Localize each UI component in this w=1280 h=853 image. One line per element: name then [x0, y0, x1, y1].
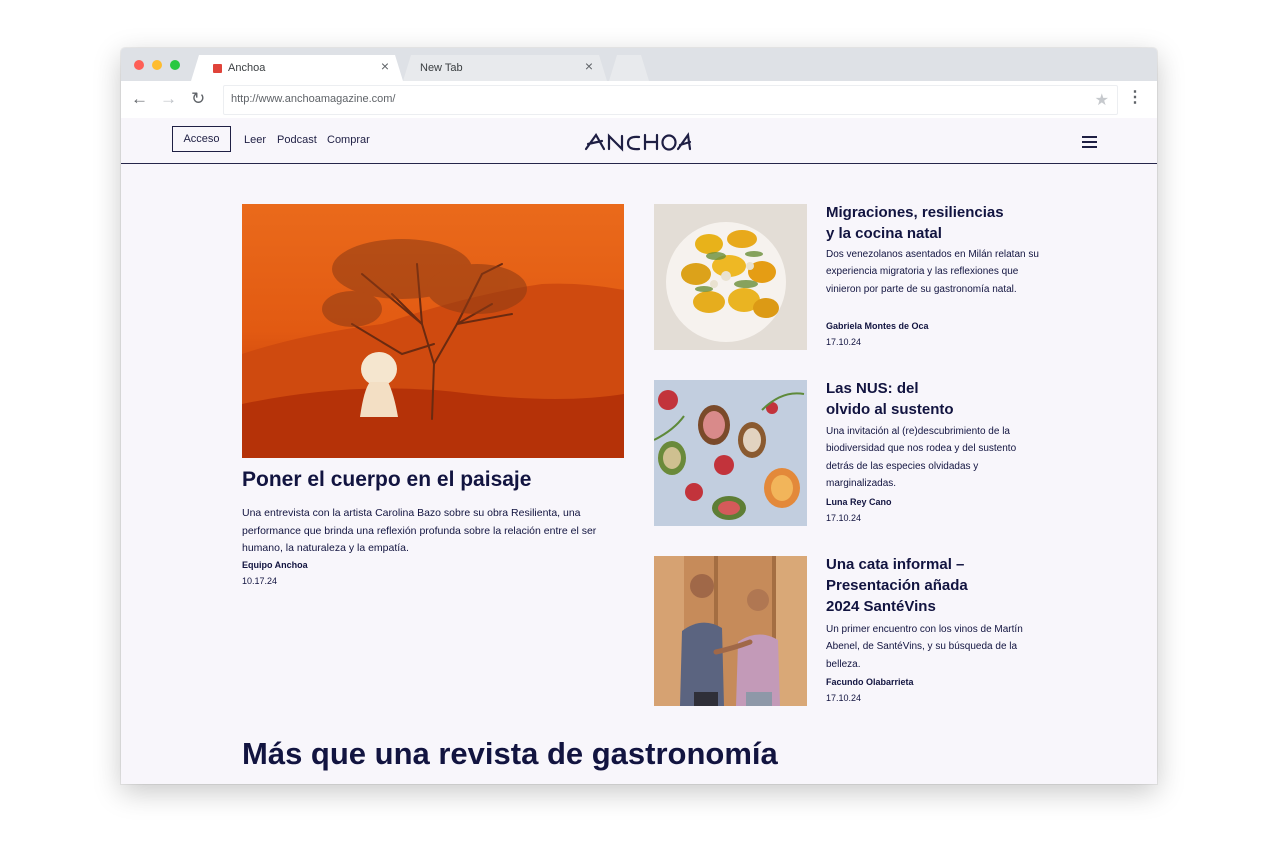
article-image-santevins[interactable] [654, 556, 807, 706]
article-title[interactable]: Una cata informal – Presentación añada 2… [826, 554, 1041, 617]
article-author[interactable]: Luna Rey Cano [826, 497, 892, 507]
article-image-nus[interactable] [654, 380, 807, 526]
article-title[interactable]: Las NUS: del olvido al sustento [826, 378, 1041, 420]
tab-close-icon[interactable]: × [381, 59, 389, 73]
tab-label: Anchoa [228, 62, 266, 74]
reload-icon[interactable]: ↻ [191, 89, 205, 109]
article-date: 17.10.24 [826, 693, 862, 703]
tab-new-tab[interactable]: New Tab × [403, 55, 607, 81]
article-description: Un primer encuentro con los vinos de Mar… [826, 624, 1023, 670]
feature-description: Una entrevista con la artista Carolina B… [242, 507, 597, 554]
feature-date: 10.17.24 [242, 576, 278, 586]
nav-link-comprar[interactable]: Comprar [327, 134, 370, 146]
article-description: Una invitación al (re)descubrimiento de … [826, 426, 1017, 490]
login-button[interactable]: Acceso [172, 126, 231, 152]
article-author[interactable]: Facundo Olabarrieta [826, 677, 914, 687]
article-date: 17.10.24 [826, 513, 862, 523]
feature-author[interactable]: Equipo Anchoa [242, 560, 308, 570]
new-tab-button[interactable] [609, 55, 649, 81]
article-description: Dos venezolanos asentados en Milán relat… [826, 249, 1039, 295]
article-date: 17.10.24 [826, 337, 862, 347]
browser-menu-icon[interactable]: ⋮ [1127, 89, 1143, 107]
anchoa-logo[interactable] [584, 130, 692, 152]
section-heading: Más que una revista de gastronomía [242, 736, 778, 771]
article-author[interactable]: Gabriela Montes de Oca [826, 321, 929, 331]
back-arrow-icon[interactable]: ← [131, 89, 148, 109]
url-text[interactable]: http://www.anchoamagazine.com/ [231, 93, 395, 105]
tab-close-icon[interactable]: × [585, 59, 593, 73]
tab-label: New Tab [420, 62, 463, 74]
nav-link-podcast[interactable]: Podcast [277, 134, 317, 146]
feature-title[interactable]: Poner el cuerpo en el paisaje [242, 468, 642, 492]
address-bar[interactable]: http://www.anchoamagazine.com/ ★ [223, 85, 1118, 115]
bookmark-star-icon[interactable]: ★ [1095, 90, 1109, 110]
feature-image[interactable] [242, 204, 624, 458]
close-window-button[interactable] [134, 60, 144, 70]
favicon-icon [213, 64, 222, 73]
maximize-window-button[interactable] [170, 60, 180, 70]
browser-window: Anchoa × New Tab × ← → ↻ http://www.anch… [121, 48, 1157, 784]
hamburger-menu-icon[interactable] [1082, 136, 1097, 151]
tab-strip: Anchoa × New Tab × [121, 48, 1157, 81]
browser-toolbar: ← → ↻ http://www.anchoamagazine.com/ ★ ⋮ [121, 81, 1157, 119]
forward-arrow-icon[interactable]: → [160, 89, 177, 109]
site-header: Acceso Leer Podcast Comprar [121, 118, 1157, 164]
nav-link-leer[interactable]: Leer [244, 134, 266, 146]
article-title[interactable]: Migraciones, resiliencias y la cocina na… [826, 202, 1041, 244]
article-image-migraciones[interactable] [654, 204, 807, 350]
minimize-window-button[interactable] [152, 60, 162, 70]
tab-anchoa[interactable]: Anchoa × [191, 55, 403, 81]
